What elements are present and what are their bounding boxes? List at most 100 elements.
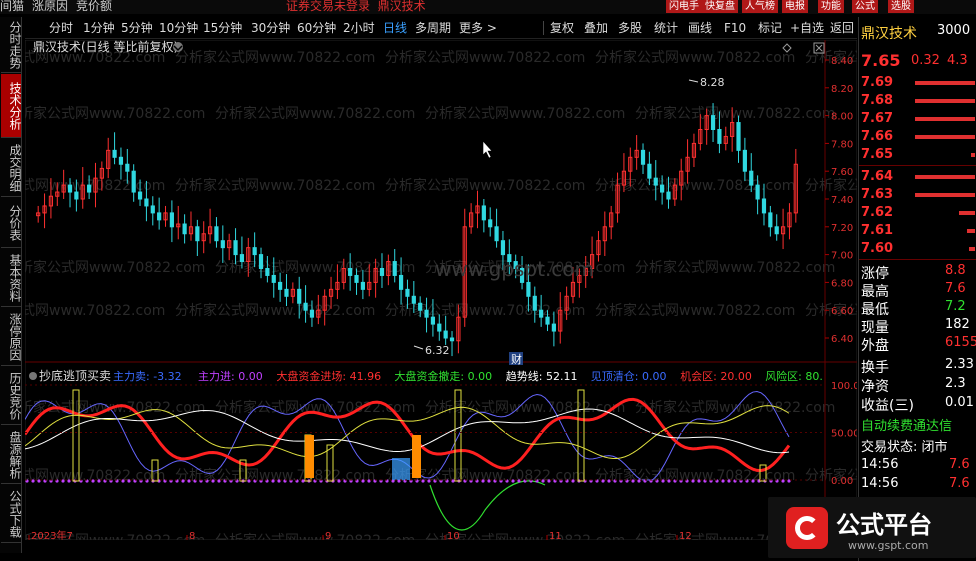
side-tab[interactable]: 基本资料 <box>1 249 22 307</box>
y-tick-label: 8.40 <box>831 56 853 67</box>
side-tab[interactable]: 公式下载 <box>1 485 22 543</box>
tool-button[interactable]: 画线 <box>688 17 712 39</box>
side-tab[interactable]: 盘源解析 <box>1 426 22 484</box>
period-tab[interactable]: 2小时 <box>343 17 375 39</box>
watermark-text: 分析家公式网www.70822.com <box>215 105 415 122</box>
period-tab[interactable]: 15分钟 <box>203 17 242 39</box>
top-button[interactable]: 快复盘 <box>702 0 738 13</box>
side-tab[interactable]: 成交明细 <box>1 139 22 197</box>
menu-item[interactable]: 涨原因 <box>32 0 68 13</box>
x-axis-label: 8 <box>189 531 195 540</box>
tool-button[interactable]: 返回 <box>830 17 854 39</box>
top-button[interactable]: 公式 <box>852 0 878 13</box>
watermark-text: 分析家公式网www.70822.com <box>425 105 625 122</box>
chart-title: 鼎汉技术(日线 等比前复权) <box>33 40 178 54</box>
period-tab[interactable]: 更多 > <box>459 17 497 39</box>
top-button[interactable]: 选股 <box>888 0 914 13</box>
top-button[interactable]: 人气榜 <box>742 0 778 13</box>
tool-button[interactable]: 叠加 <box>584 17 608 39</box>
period-tab[interactable]: 1分钟 <box>83 17 115 39</box>
candle-body <box>233 240 238 256</box>
candle-body <box>125 163 130 172</box>
kline-chart[interactable]: 分析家公式网www.70822.com 分析家公式网www.70822.com 分析… <box>0 39 976 549</box>
chart-area[interactable]: 分析家公式网www.70822.com 分析家公式网www.70822.com 分析… <box>0 39 976 549</box>
tick-time: 14:56 <box>861 457 899 472</box>
buy-signal-bar <box>412 435 421 478</box>
indicator-legend-item: 见顶清仓: 0.00 <box>591 369 667 383</box>
candle-body <box>526 281 531 297</box>
candle-body <box>112 149 117 158</box>
top-button[interactable]: 闪电手 <box>666 0 702 13</box>
period-tab[interactable]: 60分钟 <box>297 17 336 39</box>
side-tab[interactable]: 历史竞价 <box>1 367 22 425</box>
volume-bar <box>392 458 410 480</box>
side-tab-active[interactable]: 技术分析 <box>1 74 22 138</box>
candle-body <box>532 295 537 311</box>
candle-body <box>545 316 550 325</box>
stat-label: 外盘 <box>861 338 889 354</box>
candle-body <box>239 254 245 263</box>
tool-button[interactable]: +自选 <box>790 17 824 39</box>
tool-button[interactable]: 复权 <box>550 17 574 39</box>
candle-body <box>430 316 436 325</box>
period-tab[interactable]: 多周期 <box>415 17 451 39</box>
candle-body <box>494 226 499 242</box>
side-tab[interactable]: 涨停原因 <box>1 308 22 366</box>
top-button[interactable]: 功能 <box>818 0 844 13</box>
logo-url: www.gspt.com <box>848 539 929 552</box>
x-axis-label: 2023年7 <box>31 529 73 540</box>
indicator-y-label: 0.00 <box>831 476 853 487</box>
candle-body <box>220 240 225 249</box>
tool-button[interactable]: 统计 <box>654 17 678 39</box>
candle-body <box>761 198 767 214</box>
y-tick-label: 8.20 <box>831 84 853 95</box>
bid-volume-bar <box>915 193 975 197</box>
indicator-y-label: 50.00 <box>831 429 857 440</box>
candle-body <box>405 288 410 297</box>
candle-body <box>118 156 124 165</box>
tick-price: 7.6 <box>949 457 970 472</box>
ask-volume-bar <box>915 81 975 85</box>
candle-body <box>755 184 760 200</box>
y-tick-label: 7.00 <box>831 251 853 262</box>
x-axis-label: 11 <box>549 531 562 540</box>
period-tab[interactable]: 30分钟 <box>251 17 290 39</box>
stat-label: 净资 <box>861 379 889 395</box>
tool-button[interactable]: 标记 <box>758 17 782 39</box>
menu-item[interactable]: 间猫 <box>0 0 24 13</box>
watermark-text: 分析家公式网www.70822.com <box>805 177 857 194</box>
auto-fee-notice[interactable]: 自动续费通达信 <box>861 415 952 434</box>
period-tab[interactable]: 5分钟 <box>121 17 153 39</box>
top-button[interactable]: 电报 <box>782 0 808 13</box>
period-tab[interactable]: 分时 <box>49 17 73 39</box>
period-tab[interactable]: 10分钟 <box>159 17 198 39</box>
ask-price: 7.68 <box>861 93 894 108</box>
candle-body <box>647 163 652 179</box>
candle-body <box>418 302 423 311</box>
candle-body <box>653 177 658 186</box>
side-tab[interactable]: 分时走势 <box>1 17 22 73</box>
logo-overlay: 公式平台 www.gspt.com <box>768 497 976 558</box>
candle-body <box>278 281 283 290</box>
indicator-legend-item: 大盘资金进场: 41.96 <box>276 369 381 383</box>
period-tab-active[interactable]: 日线 <box>383 17 407 39</box>
menu-item[interactable]: 竞价额 <box>76 0 112 13</box>
side-tab[interactable]: 分价表 <box>1 198 22 248</box>
indicator-legend-item: 风险区: 80. <box>765 369 823 383</box>
tool-button[interactable]: 多股 <box>618 17 642 39</box>
stat-label: 最低 <box>861 302 889 318</box>
x-axis-label: 12 <box>679 531 692 540</box>
watermark-text: 分析家公式网www.70822.com <box>25 302 165 319</box>
candle-body <box>284 288 289 297</box>
watermark-text: 分析家公式网www.70822.com <box>25 105 205 122</box>
bid-volume-bar <box>969 247 975 251</box>
candle-body <box>443 330 448 339</box>
candle-body <box>157 212 162 221</box>
watermark-text: 分析家公式网www.70822.com <box>215 532 415 540</box>
high-label: 8.28 <box>700 76 725 89</box>
logo-icon <box>786 507 828 549</box>
x-axis-label: 9 <box>325 531 331 540</box>
indicator-legend-item: 大盘资金撤走: 0.00 <box>394 369 492 383</box>
login-warning[interactable]: 证券交易未登录 鼎汉技术 <box>286 0 426 13</box>
tool-button[interactable]: F10 <box>724 17 746 39</box>
